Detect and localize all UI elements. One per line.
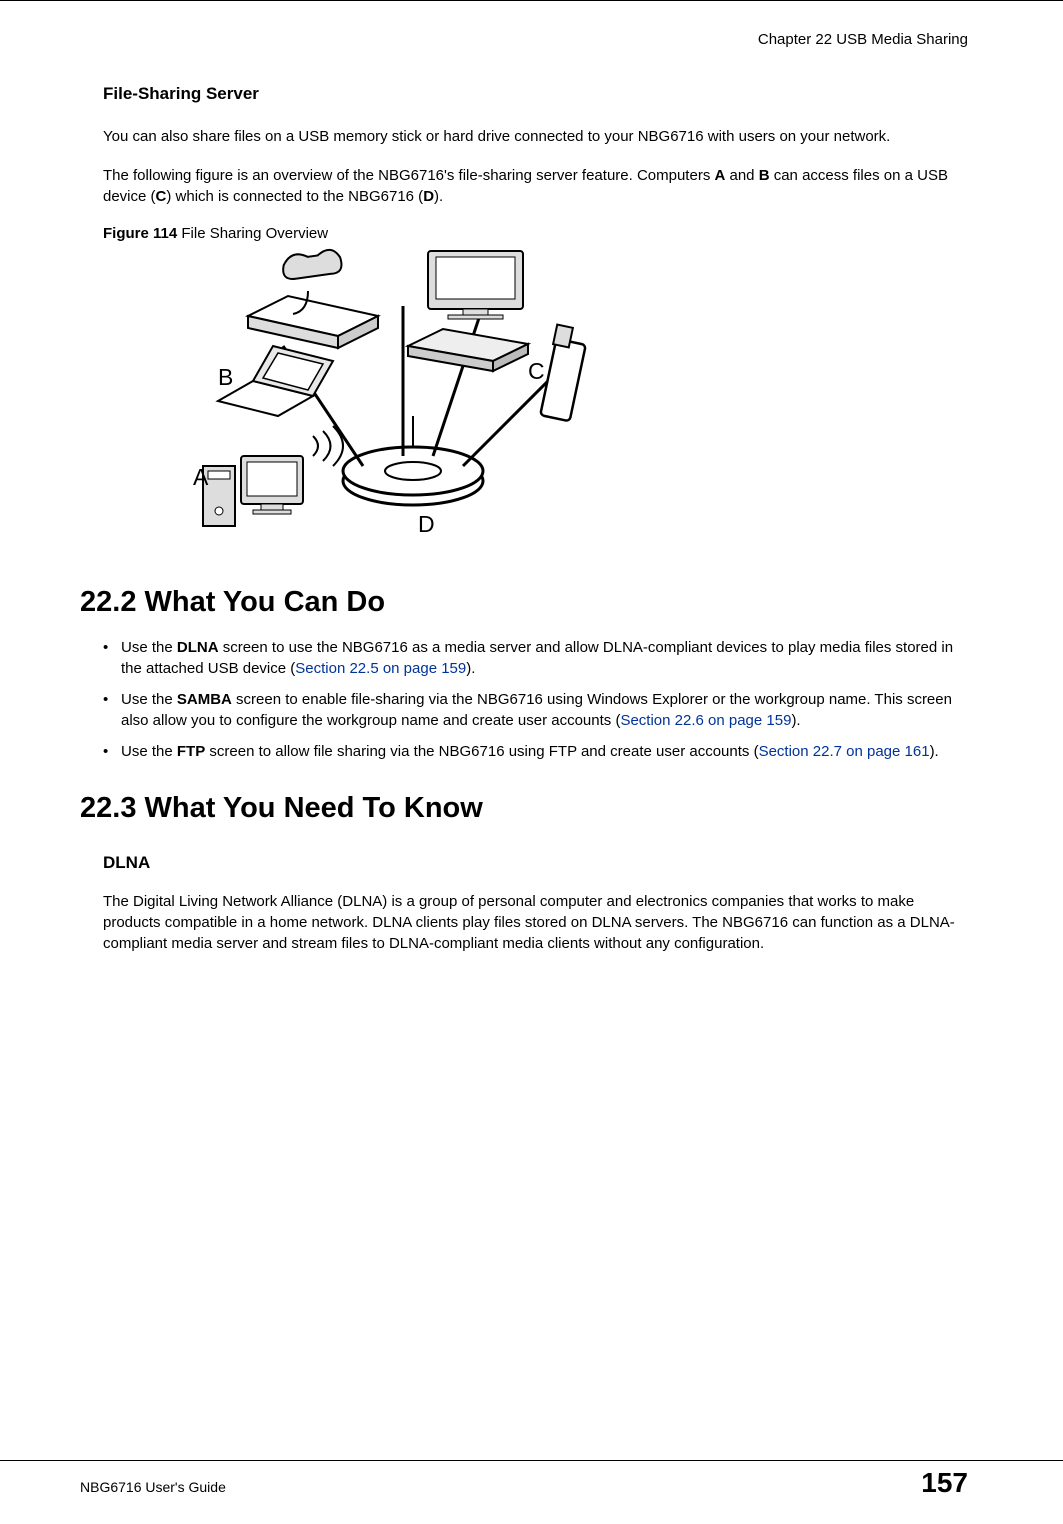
figure-diagram: B A C D	[163, 246, 668, 546]
paragraph-fs-1: You can also share files on a USB memory…	[103, 126, 968, 147]
term-ftp: FTP	[177, 743, 205, 760]
footer-guide-name: NBG6716 User's Guide	[80, 1479, 226, 1495]
text: and	[725, 167, 758, 184]
term-dlna: DLNA	[177, 639, 219, 656]
xref-link[interactable]: Section 22.7 on page 161	[759, 743, 930, 760]
chapter-header: Chapter 22 USB Media Sharing	[80, 31, 968, 48]
text: ).	[791, 712, 800, 729]
text: ).	[930, 743, 939, 760]
figure-label-b: B	[218, 364, 233, 391]
text: Use the	[121, 743, 177, 760]
figure-label-c: C	[528, 358, 545, 385]
text: ) which is connected to the NBG6716 (	[166, 188, 423, 205]
file-sharing-heading: File-Sharing Server	[103, 84, 968, 104]
xref-link[interactable]: Section 22.6 on page 159	[620, 712, 791, 729]
list-item: Use the SAMBA screen to enable file-shar…	[103, 689, 968, 731]
section-22-2-heading: 22.2 What You Can Do	[80, 586, 968, 619]
text: Use the	[121, 691, 177, 708]
label-d: D	[423, 188, 434, 205]
list-item: Use the DLNA screen to use the NBG6716 a…	[103, 637, 968, 679]
text: ).	[434, 188, 443, 205]
content-area: File-Sharing Server You can also share f…	[80, 84, 968, 954]
figure-title: File Sharing Overview	[177, 225, 328, 242]
figure-label-a: A	[193, 464, 208, 491]
text: The following figure is an overview of t…	[103, 167, 714, 184]
dlna-heading: DLNA	[103, 853, 968, 873]
list-item: Use the FTP screen to allow file sharing…	[103, 741, 968, 762]
section-22-3-heading: 22.3 What You Need To Know	[80, 792, 968, 825]
label-c: C	[156, 188, 167, 205]
label-a: A	[714, 167, 725, 184]
page: Chapter 22 USB Media Sharing File-Sharin…	[0, 0, 1063, 1524]
figure-label-d: D	[418, 511, 435, 538]
text: screen to use the NBG6716 as a media ser…	[121, 639, 953, 677]
dlna-paragraph: The Digital Living Network Alliance (DLN…	[103, 891, 968, 954]
figure-number: Figure 114	[103, 225, 177, 242]
text: ).	[466, 660, 475, 677]
text: screen to enable file-sharing via the NB…	[121, 691, 952, 729]
label-b: B	[759, 167, 770, 184]
page-footer: NBG6716 User's Guide 157	[0, 1460, 1063, 1499]
paragraph-fs-2: The following figure is an overview of t…	[103, 165, 968, 207]
term-samba: SAMBA	[177, 691, 232, 708]
footer-page-number: 157	[921, 1467, 968, 1499]
figure-caption: Figure 114 File Sharing Overview	[103, 225, 968, 242]
text: Use the	[121, 639, 177, 656]
text: screen to allow file sharing via the NBG…	[205, 743, 758, 760]
what-you-can-do-list: Use the DLNA screen to use the NBG6716 a…	[103, 637, 968, 762]
xref-link[interactable]: Section 22.5 on page 159	[295, 660, 466, 677]
network-diagram-svg	[163, 246, 668, 546]
